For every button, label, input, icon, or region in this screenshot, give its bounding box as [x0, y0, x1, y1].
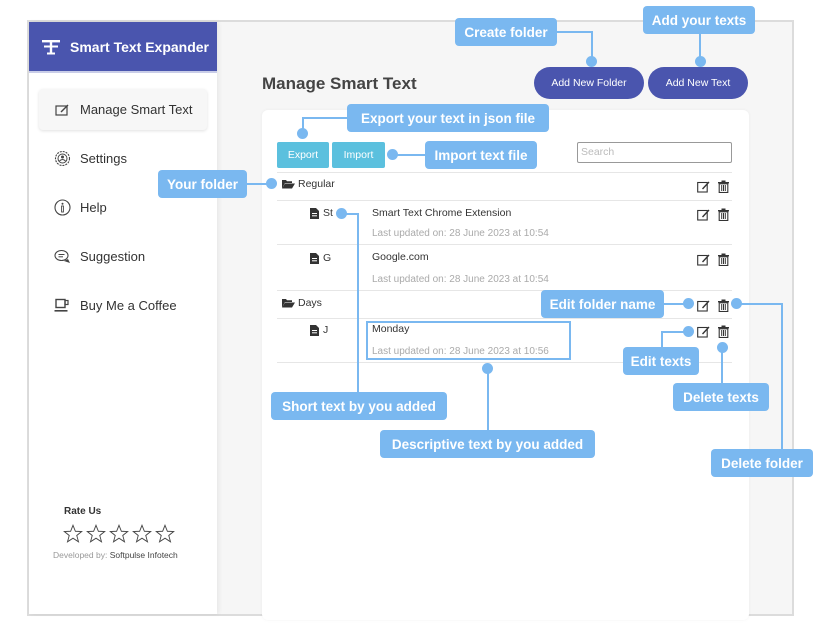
callout-dot: [297, 128, 308, 139]
sidebar-item-suggestion[interactable]: Suggestion: [39, 236, 207, 277]
edit-folder-icon[interactable]: [697, 180, 710, 193]
app-title: Smart Text Expander: [70, 38, 210, 55]
description-highlight: [366, 321, 571, 360]
add-new-text-button[interactable]: Add New Text: [648, 67, 748, 99]
sidebar: Smart Text Expander Manage Smart Text Se…: [29, 22, 217, 614]
short-text: G: [323, 252, 332, 264]
divider: [277, 200, 732, 201]
delete-text-icon[interactable]: [717, 253, 730, 266]
rate-us-section: Rate Us Developed by: Softpulse Infotech: [29, 506, 217, 560]
sidebar-item-buy-me-a-coffee[interactable]: Buy Me a Coffee: [39, 285, 207, 326]
sidebar-nav: Manage Smart Text Settings Help Suggesti…: [29, 73, 217, 326]
callout-dot: [387, 149, 398, 160]
sidebar-item-label: Settings: [80, 151, 127, 166]
file-text-icon: [310, 324, 319, 336]
last-updated: Last updated on: 28 June 2023 at 10:54: [372, 228, 549, 239]
edit-text-icon[interactable]: [697, 325, 710, 338]
callout-short-text: Short text by you added: [271, 392, 447, 420]
callout-delete-texts: Delete texts: [673, 383, 769, 411]
star-icon[interactable]: [131, 523, 153, 545]
callout-line: [661, 331, 663, 348]
callout-line: [302, 117, 348, 119]
callout-line: [487, 368, 489, 431]
folder-row[interactable]: Regular: [282, 178, 335, 190]
delete-folder-icon[interactable]: [717, 180, 730, 193]
last-updated: Last updated on: 28 June 2023 at 10:54: [372, 274, 549, 285]
callout-create-folder: Create folder: [455, 18, 557, 46]
short-text: J: [323, 324, 329, 336]
sidebar-item-label: Suggestion: [80, 249, 146, 264]
callout-line: [557, 31, 592, 33]
text-row-short: G: [310, 252, 331, 264]
star-icon[interactable]: [154, 523, 176, 545]
callout-edit-texts: Edit texts: [623, 347, 699, 375]
rate-us-title: Rate Us: [64, 506, 102, 517]
folder-row[interactable]: Days: [282, 297, 322, 309]
developed-by-label: Developed by:: [53, 550, 108, 560]
text-description: Google.com: [372, 251, 429, 263]
folder-name: Regular: [298, 178, 335, 190]
edit-note-icon: [53, 101, 71, 119]
text-logo-icon: [42, 39, 60, 54]
developer-credit: Developed by: Softpulse Infotech: [53, 550, 217, 560]
page-title: Manage Smart Text: [262, 74, 417, 93]
text-row-short: St: [310, 207, 333, 219]
delete-text-icon[interactable]: [717, 208, 730, 221]
sidebar-item-manage-smart-text[interactable]: Manage Smart Text: [39, 89, 207, 130]
callout-line: [661, 331, 685, 333]
callout-line: [394, 154, 426, 156]
export-button[interactable]: Export: [277, 142, 329, 168]
callout-edit-folder-name: Edit folder name: [541, 290, 664, 318]
add-new-folder-button[interactable]: Add New Folder: [534, 67, 644, 99]
sidebar-item-label: Buy Me a Coffee: [80, 298, 177, 313]
file-text-icon: [310, 207, 319, 219]
brand-header: Smart Text Expander: [29, 22, 217, 73]
delete-text-icon[interactable]: [717, 325, 730, 338]
star-icon[interactable]: [108, 523, 130, 545]
callout-import-file: Import text file: [425, 141, 537, 169]
folder-name: Days: [298, 297, 322, 309]
folder-open-icon: [282, 180, 295, 189]
callout-line: [721, 350, 723, 384]
divider: [277, 172, 732, 173]
callout-your-folder: Your folder: [158, 170, 247, 198]
info-icon: [53, 199, 71, 217]
divider: [277, 290, 732, 291]
search-input[interactable]: Search: [577, 142, 732, 163]
callout-descriptive-text: Descriptive text by you added: [380, 430, 595, 458]
import-button[interactable]: Import: [332, 142, 385, 168]
divider: [277, 244, 732, 245]
callout-dot: [695, 56, 706, 67]
star-icon[interactable]: [85, 523, 107, 545]
delete-folder-icon[interactable]: [717, 299, 730, 312]
sidebar-item-label: Manage Smart Text: [80, 102, 193, 117]
callout-add-texts: Add your texts: [643, 6, 755, 34]
edit-text-icon[interactable]: [697, 253, 710, 266]
divider: [277, 318, 732, 319]
star-icon[interactable]: [62, 523, 84, 545]
developer-name: Softpulse Infotech: [109, 550, 178, 560]
short-text: St: [323, 207, 333, 219]
callout-line: [342, 213, 358, 215]
text-description: Smart Text Chrome Extension: [372, 207, 512, 219]
callout-dot: [586, 56, 597, 67]
edit-text-icon[interactable]: [697, 208, 710, 221]
folder-open-icon: [282, 299, 295, 308]
callout-line: [357, 213, 359, 393]
callout-line: [781, 303, 783, 450]
chat-icon: [53, 248, 71, 266]
callout-line: [737, 303, 782, 305]
text-row-short: J: [310, 324, 328, 336]
callout-delete-folder: Delete folder: [711, 449, 813, 477]
callout-dot: [266, 178, 277, 189]
edit-folder-icon[interactable]: [697, 299, 710, 312]
callout-export-json: Export your text in json file: [347, 104, 549, 132]
callout-dot: [683, 298, 694, 309]
sidebar-item-label: Help: [80, 200, 107, 215]
star-rating[interactable]: [62, 523, 217, 545]
gear-icon: [53, 150, 71, 168]
file-text-icon: [310, 252, 319, 264]
coffee-cup-icon: [53, 297, 71, 315]
